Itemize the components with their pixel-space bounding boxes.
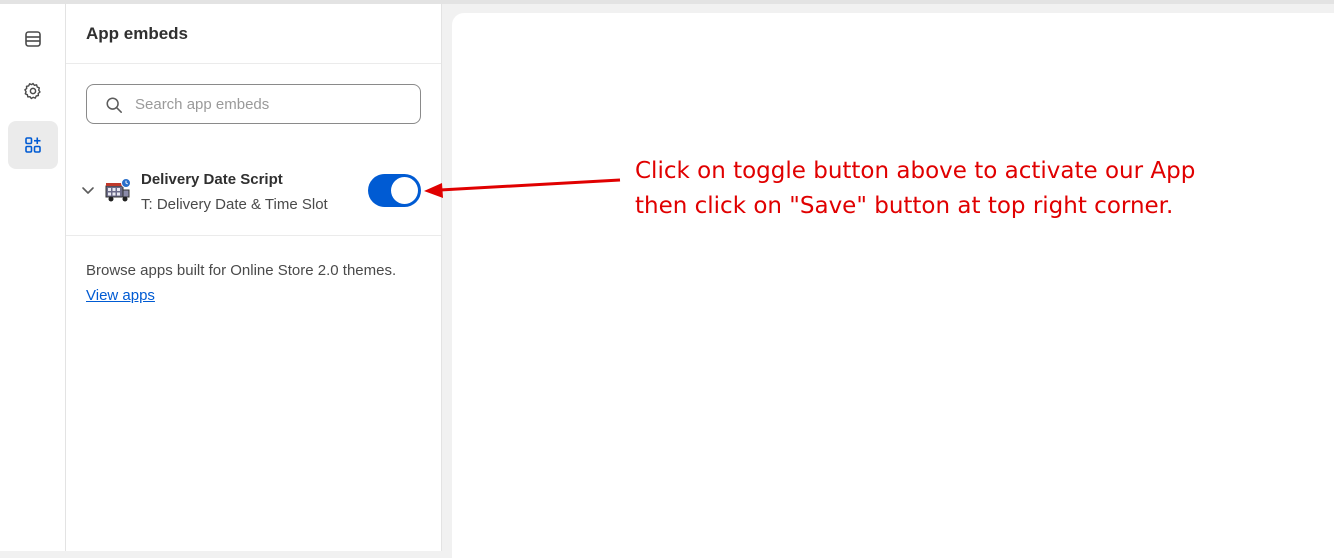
chevron-down-icon[interactable]: [80, 182, 96, 198]
app-embeds-icon: [25, 137, 41, 153]
panel-title: App embeds: [86, 23, 189, 43]
search-wrapper: [66, 64, 441, 124]
editor-sidebar-rail: [0, 4, 66, 551]
embed-subtitle: T: Delivery Date & Time Slot: [141, 196, 328, 213]
embed-name: Delivery Date Script: [141, 171, 283, 188]
search-input[interactable]: [135, 85, 415, 123]
theme-settings-button[interactable]: [8, 67, 58, 115]
store-preview: [452, 13, 1334, 558]
search-icon: [106, 97, 122, 113]
view-apps-link[interactable]: View apps: [86, 287, 155, 304]
browse-apps-text: Browse apps built for Online Store 2.0 t…: [86, 262, 397, 279]
annotation-line-2: then click on "Save" button at top right…: [635, 193, 1174, 219]
toggle-knob: [391, 177, 418, 204]
sections-icon: [25, 31, 41, 47]
annotation-line-1: Click on toggle button above to activate…: [635, 158, 1196, 184]
search-box[interactable]: [86, 84, 421, 124]
app-embeds-panel: App embeds Deli: [66, 4, 442, 551]
annotation-text: Click on toggle button above to activate…: [635, 154, 1255, 224]
sections-button[interactable]: [8, 15, 58, 63]
embed-toggle[interactable]: [368, 174, 421, 207]
app-embeds-button[interactable]: [8, 121, 58, 169]
app-embed-item: Delivery Date Script T: Delivery Date & …: [66, 144, 441, 236]
panel-header: App embeds: [66, 4, 441, 64]
delivery-truck-icon: [105, 178, 131, 202]
gear-icon: [24, 82, 41, 100]
